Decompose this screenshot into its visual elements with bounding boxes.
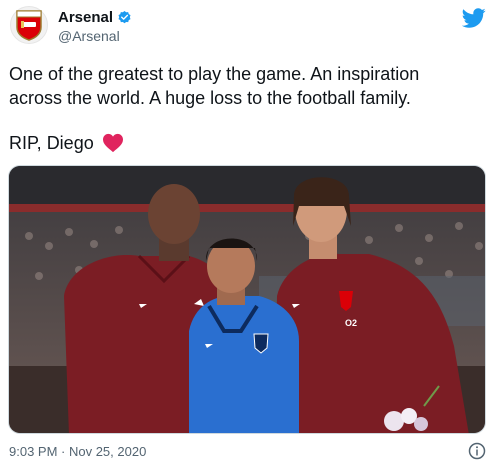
- tweet-timestamp[interactable]: 9:03 PM · Nov 25, 2020: [9, 444, 146, 459]
- photo-scene: O2: [9, 166, 485, 433]
- stand-banner: [9, 204, 485, 212]
- tweet-card: Arsenal @Arsenal One of the greatest to …: [0, 0, 494, 469]
- avatar[interactable]: [10, 6, 48, 44]
- tweet-header: Arsenal @Arsenal: [10, 6, 486, 46]
- shirt-sponsor: O2: [345, 318, 357, 328]
- red-heart-icon: [102, 133, 123, 153]
- stand-roof: [9, 166, 485, 206]
- account-names: Arsenal @Arsenal: [58, 8, 132, 44]
- tweet-photo[interactable]: O2: [8, 165, 486, 434]
- account-handle[interactable]: @Arsenal: [58, 28, 132, 44]
- tweet-rip-line: RIP, Diego: [9, 131, 124, 155]
- tweet-text: One of the greatest to play the game. An…: [9, 64, 420, 108]
- verified-badge-icon: [118, 10, 131, 23]
- twitter-bird-icon[interactable]: [462, 6, 486, 30]
- display-name[interactable]: Arsenal: [58, 9, 113, 26]
- rip-text: RIP, Diego: [9, 133, 94, 153]
- arsenal-crest-icon: [16, 10, 42, 41]
- info-icon[interactable]: [468, 442, 486, 460]
